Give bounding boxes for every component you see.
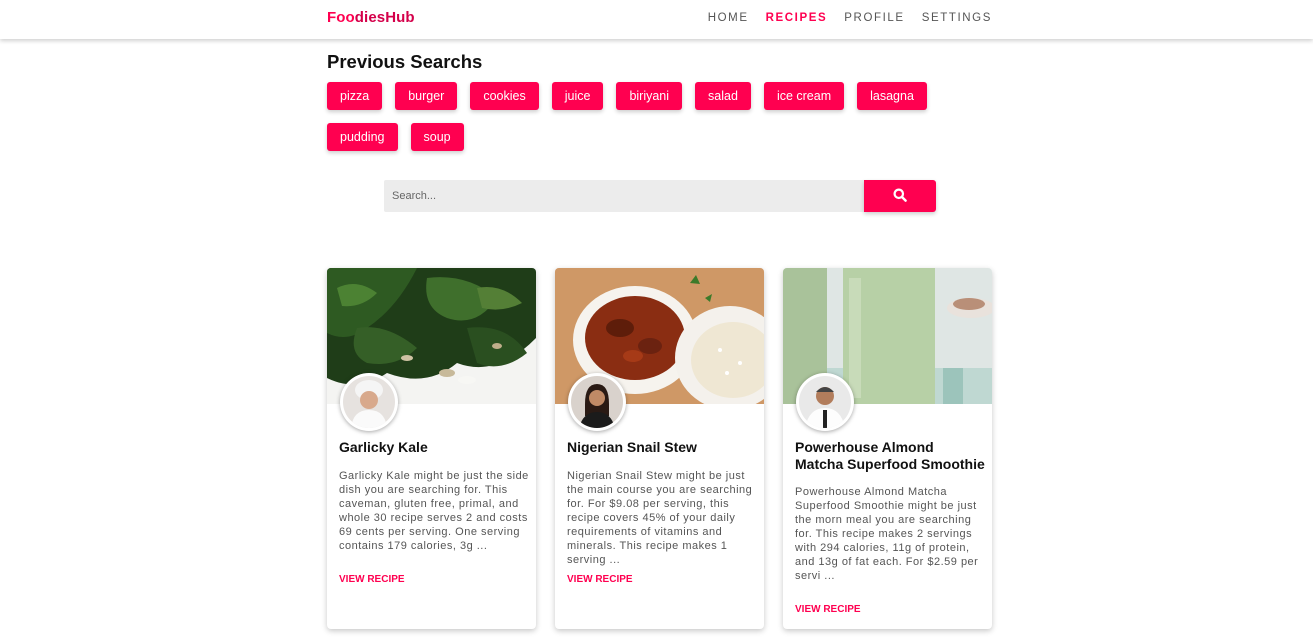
recipe-description: Powerhouse Almond Matcha Superfood Smoot… <box>795 486 979 582</box>
search-chip-soup[interactable]: soup <box>410 123 464 151</box>
search-chip-biriyani[interactable]: biriyani <box>616 82 683 110</box>
chef-avatar <box>796 373 854 431</box>
search-input[interactable] <box>384 180 864 212</box>
main-nav: HOME RECIPES PROFILE SETTINGS <box>708 12 992 24</box>
search-chip-pudding[interactable]: pudding <box>327 123 398 151</box>
view-recipe-link[interactable]: VIEW RECIPE <box>339 574 405 585</box>
view-recipe-link[interactable]: VIEW RECIPE <box>567 574 633 585</box>
brand-logo[interactable]: FoodiesHub <box>327 9 415 26</box>
navbar: FoodiesHub HOME RECIPES PROFILE SETTINGS <box>0 0 1313 39</box>
view-recipe-link[interactable]: VIEW RECIPE <box>795 604 861 615</box>
search-chip-juice[interactable]: juice <box>551 82 604 110</box>
recipe-title[interactable]: Nigerian Snail Stew <box>567 439 757 456</box>
search-button[interactable] <box>864 180 936 212</box>
nav-home[interactable]: HOME <box>708 12 749 24</box>
search-chip-salad[interactable]: salad <box>695 82 751 110</box>
recipe-description: Garlicky Kale might be just the side dis… <box>339 470 529 552</box>
search-chip-burger[interactable]: burger <box>395 82 458 110</box>
nav-recipes[interactable]: RECIPES <box>766 12 828 24</box>
previous-searches-title: Previous Searchs <box>327 51 483 72</box>
recipe-card[interactable]: Nigerian Snail Stew Nigerian Snail Stew … <box>555 268 764 629</box>
search-chip-lasagna[interactable]: lasagna <box>857 82 927 110</box>
recipe-card[interactable]: Garlicky Kale Garlicky Kale might be jus… <box>327 268 536 629</box>
chef-avatar <box>568 373 626 431</box>
nav-profile[interactable]: PROFILE <box>844 12 904 24</box>
search-icon <box>893 188 907 205</box>
recipe-title[interactable]: Garlicky Kale <box>339 439 529 456</box>
chef-avatar <box>340 373 398 431</box>
search-chip-cookies[interactable]: cookies <box>470 82 539 110</box>
nav-settings[interactable]: SETTINGS <box>922 12 992 24</box>
search-chip-ice-cream[interactable]: ice cream <box>763 82 845 110</box>
recipe-card[interactable]: Powerhouse Almond Matcha Superfood Smoot… <box>783 268 992 629</box>
previous-searches-list: pizza burger cookies juice biriyani sala… <box>327 82 947 151</box>
search-chip-pizza[interactable]: pizza <box>327 82 383 110</box>
recipe-title[interactable]: Powerhouse Almond Matcha Superfood Smoot… <box>795 439 985 472</box>
brand-part1: Foo <box>327 9 355 26</box>
recipe-description: Nigerian Snail Stew might be just the ma… <box>567 470 753 566</box>
brand-part2: diesHub <box>354 9 415 26</box>
